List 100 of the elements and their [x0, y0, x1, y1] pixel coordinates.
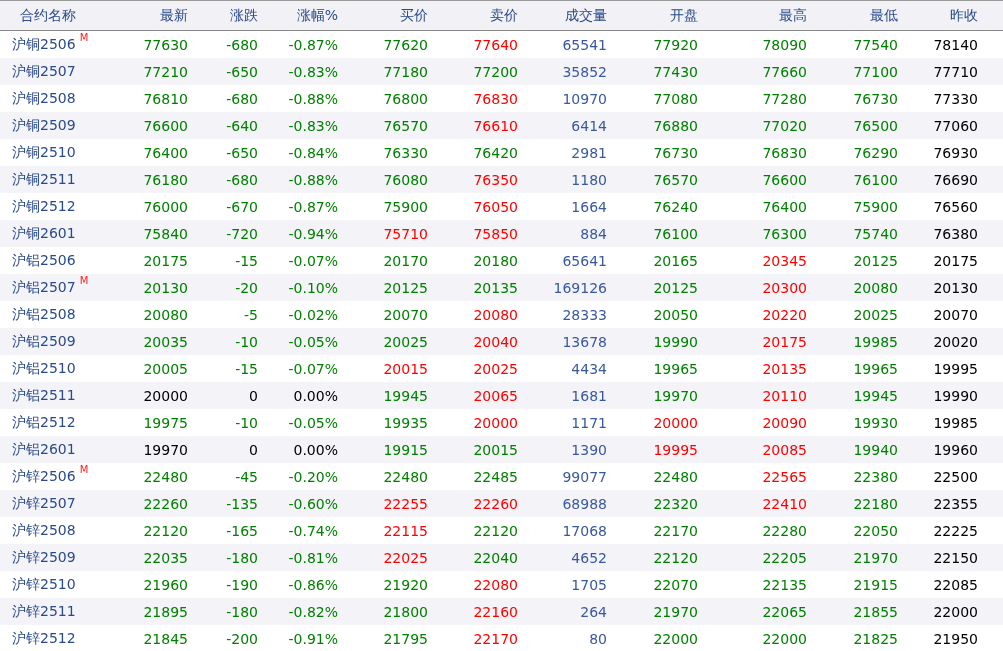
contract-name: 沪锌2506 — [12, 467, 76, 486]
table-cell: 75900 — [853, 198, 898, 215]
table-cell: 20300 — [762, 279, 807, 296]
table-cell: 22355 — [933, 495, 978, 512]
table-cell: -165 — [226, 522, 258, 539]
table-cell: 22025 — [383, 549, 428, 566]
table-cell: -0.88% — [288, 171, 338, 188]
contract-name: 沪锌2507 — [12, 494, 76, 513]
table-cell: 22070 — [653, 576, 698, 593]
table-cell: 20220 — [762, 306, 807, 323]
table-cell: 20040 — [473, 333, 518, 350]
table-cell: 22000 — [653, 630, 698, 647]
column-header[interactable]: 涨跌 — [230, 6, 258, 25]
table-cell: 22205 — [762, 549, 807, 566]
table-cell: 20000 — [473, 414, 518, 431]
table-cell: 169126 — [553, 279, 607, 296]
table-cell: 22035 — [143, 549, 188, 566]
contract-name: 沪铝2509 — [12, 332, 76, 351]
table-cell: 21960 — [143, 576, 188, 593]
column-header[interactable]: 最高 — [779, 6, 807, 25]
table-cell: 76290 — [853, 144, 898, 161]
table-cell: 77180 — [383, 63, 428, 80]
table-cell: 264 — [580, 603, 607, 620]
table-cell: 77620 — [383, 36, 428, 53]
table-cell: 76100 — [853, 171, 898, 188]
table-cell: 13678 — [562, 333, 607, 350]
table-cell: 22120 — [473, 522, 518, 539]
table-cell: 22280 — [762, 522, 807, 539]
table-cell: -10 — [235, 414, 258, 431]
column-header[interactable]: 卖价 — [490, 6, 518, 25]
table-cell: 21795 — [383, 630, 428, 647]
table-cell: -0.86% — [288, 576, 338, 593]
table-cell: 76930 — [933, 144, 978, 161]
table-cell: 76830 — [762, 144, 807, 161]
table-cell: 4434 — [571, 360, 607, 377]
column-header[interactable]: 最低 — [870, 6, 898, 25]
table-cell: 22480 — [383, 468, 428, 485]
table-cell: 76600 — [143, 117, 188, 134]
contract-name: 沪铜2510 — [12, 143, 76, 162]
column-header[interactable]: 涨幅% — [296, 6, 338, 25]
column-header[interactable]: 最新 — [160, 6, 188, 25]
table-cell: -10 — [235, 333, 258, 350]
table-cell: 21895 — [143, 603, 188, 620]
table-cell: 20015 — [473, 441, 518, 458]
table-cell: 19990 — [933, 387, 978, 404]
table-cell: 20090 — [762, 414, 807, 431]
table-cell: 77660 — [762, 63, 807, 80]
table-cell: 76500 — [853, 117, 898, 134]
table-cell: 19970 — [143, 441, 188, 458]
table-cell: 76350 — [473, 171, 518, 188]
contract-name: 沪铜2512 — [12, 197, 76, 216]
table-cell: -0.83% — [288, 63, 338, 80]
table-cell: 21970 — [653, 603, 698, 620]
contract-name: 沪铜2507 — [12, 62, 76, 81]
table-cell: -0.94% — [288, 225, 338, 242]
table-cell: 76330 — [383, 144, 428, 161]
table-cell: 75740 — [853, 225, 898, 242]
table-cell: 20170 — [383, 252, 428, 269]
table-cell: 22135 — [762, 576, 807, 593]
column-header[interactable]: 成交量 — [565, 6, 607, 25]
contract-name: 沪铜2506 — [12, 35, 76, 54]
table-cell: 22380 — [853, 468, 898, 485]
table-cell: 20035 — [143, 333, 188, 350]
table-cell: 77280 — [762, 90, 807, 107]
table-cell: 20125 — [383, 279, 428, 296]
table-cell: 76730 — [653, 144, 698, 161]
table-cell: 22050 — [853, 522, 898, 539]
table-cell: 20175 — [143, 252, 188, 269]
contract-name: 沪锌2510 — [12, 575, 76, 594]
contract-name: 沪锌2511 — [12, 602, 76, 621]
table-cell: 77020 — [762, 117, 807, 134]
contract-name: 沪锌2508 — [12, 521, 76, 540]
table-cell: 76560 — [933, 198, 978, 215]
table-cell: -0.05% — [288, 414, 338, 431]
column-header[interactable]: 开盘 — [670, 6, 698, 25]
column-header[interactable]: 买价 — [400, 6, 428, 25]
table-cell: 68988 — [562, 495, 607, 512]
table-cell: 22065 — [762, 603, 807, 620]
table-cell: -0.87% — [288, 36, 338, 53]
contract-name: 沪铜2511 — [12, 170, 76, 189]
table-cell: 22120 — [653, 549, 698, 566]
table-cell: 65541 — [562, 36, 607, 53]
column-header[interactable]: 合约名称 — [20, 6, 76, 25]
table-cell: 20015 — [383, 360, 428, 377]
table-cell: 22080 — [473, 576, 518, 593]
table-cell: 78090 — [762, 36, 807, 53]
table-cell: 76240 — [653, 198, 698, 215]
table-cell: 19945 — [383, 387, 428, 404]
table-cell: 76800 — [383, 90, 428, 107]
table-cell: 76380 — [933, 225, 978, 242]
table-cell: 22170 — [653, 522, 698, 539]
table-cell: 19930 — [853, 414, 898, 431]
table-cell: -190 — [226, 576, 258, 593]
table-cell: 20165 — [653, 252, 698, 269]
table-cell: -5 — [244, 306, 258, 323]
table-cell: 22480 — [653, 468, 698, 485]
table-cell: 19940 — [853, 441, 898, 458]
column-header[interactable]: 昨收 — [950, 6, 978, 25]
table-cell: 76570 — [653, 171, 698, 188]
table-cell: -680 — [226, 36, 258, 53]
